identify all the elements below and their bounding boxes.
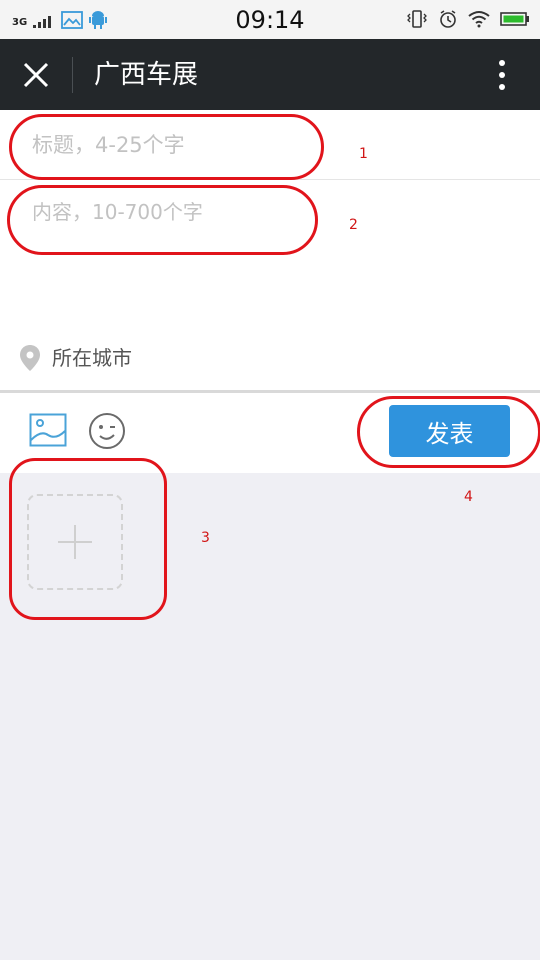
vibrate-icon bbox=[406, 9, 428, 33]
close-icon bbox=[23, 62, 49, 88]
annotation-oval-1 bbox=[9, 114, 324, 180]
annotation-oval-2 bbox=[7, 185, 318, 255]
annotation-number-4: 4 bbox=[464, 489, 473, 505]
header-divider bbox=[72, 57, 73, 93]
emoji-icon bbox=[89, 413, 125, 449]
image-icon bbox=[29, 413, 67, 447]
annotation-number-1: 1 bbox=[359, 146, 368, 162]
city-label: 所在城市 bbox=[52, 346, 132, 370]
status-bar: 3G 09:14 bbox=[0, 0, 540, 39]
more-options-button[interactable] bbox=[490, 57, 514, 93]
alarm-icon bbox=[438, 9, 458, 33]
more-vertical-icon bbox=[499, 60, 505, 90]
status-right bbox=[406, 9, 530, 33]
city-selector[interactable]: 所在城市 bbox=[0, 340, 540, 390]
wifi-icon bbox=[468, 10, 490, 32]
insert-image-button[interactable] bbox=[29, 413, 67, 447]
location-pin-icon bbox=[20, 345, 40, 371]
emoji-button[interactable] bbox=[88, 412, 126, 450]
annotation-number-3: 3 bbox=[201, 530, 210, 546]
battery-icon bbox=[500, 11, 530, 31]
annotation-oval-3 bbox=[9, 458, 167, 620]
annotation-oval-4 bbox=[357, 396, 540, 468]
close-button[interactable] bbox=[18, 57, 54, 93]
page-title: 广西车展 bbox=[94, 60, 199, 90]
app-header: 广西车展 bbox=[0, 39, 540, 110]
annotation-number-2: 2 bbox=[349, 217, 358, 233]
